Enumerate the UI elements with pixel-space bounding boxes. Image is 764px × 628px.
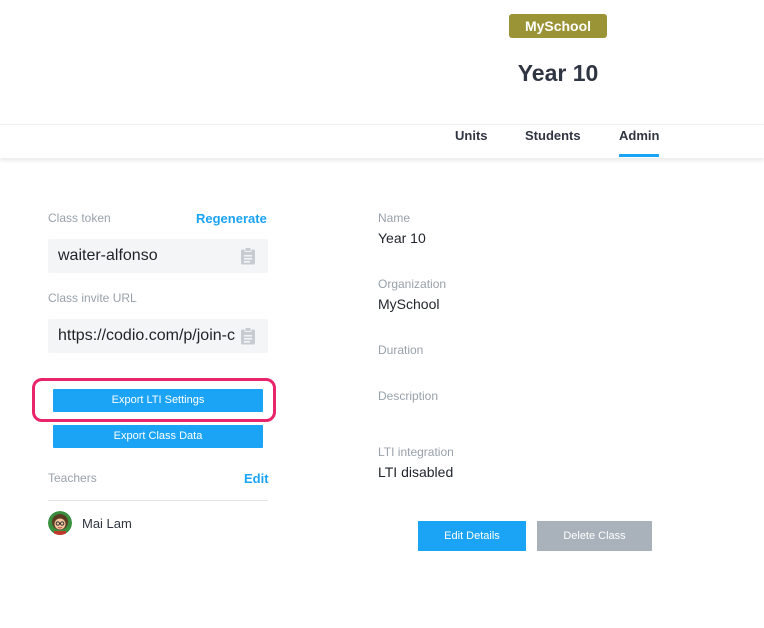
avatar bbox=[48, 511, 72, 535]
organization-value: MySchool bbox=[378, 296, 440, 312]
teachers-label: Teachers bbox=[48, 471, 97, 485]
teacher-name: Mai Lam bbox=[82, 516, 132, 531]
class-title: Year 10 bbox=[517, 60, 599, 86]
name-label: Name bbox=[378, 211, 411, 225]
name-value: Year 10 bbox=[378, 230, 426, 246]
class-invite-value: https://codio.com/p/join-class?token=wai… bbox=[58, 327, 236, 344]
tab-bar: Units Students Admin bbox=[0, 124, 764, 158]
tab-units[interactable]: Units bbox=[455, 128, 488, 157]
teachers-divider bbox=[48, 500, 268, 501]
teachers-edit-link[interactable]: Edit bbox=[244, 471, 269, 486]
class-token-label: Class token bbox=[48, 211, 111, 225]
class-invite-label: Class invite URL bbox=[48, 291, 137, 305]
regenerate-link[interactable]: Regenerate bbox=[196, 211, 267, 226]
organization-badge: MySchool bbox=[509, 14, 607, 38]
organization-label: Organization bbox=[378, 277, 447, 291]
tab-students[interactable]: Students bbox=[525, 128, 581, 157]
clipboard-icon[interactable] bbox=[240, 247, 256, 265]
edit-details-button[interactable]: Edit Details bbox=[418, 521, 526, 551]
delete-class-button[interactable]: Delete Class bbox=[537, 521, 652, 551]
description-label: Description bbox=[378, 389, 439, 403]
export-class-data-button[interactable]: Export Class Data bbox=[53, 425, 263, 448]
duration-label: Duration bbox=[378, 343, 424, 357]
lti-integration-value: LTI disabled bbox=[378, 464, 454, 480]
class-invite-field[interactable]: https://codio.com/p/join-class?token=wai… bbox=[48, 319, 268, 353]
class-token-field[interactable]: waiter-alfonso bbox=[48, 239, 268, 273]
teacher-avatar-icon bbox=[48, 511, 72, 535]
tab-admin[interactable]: Admin bbox=[619, 128, 660, 157]
class-token-value: waiter-alfonso bbox=[58, 247, 158, 264]
lti-integration-label: LTI integration bbox=[378, 445, 454, 459]
clipboard-icon[interactable] bbox=[240, 327, 256, 345]
export-lti-settings-button[interactable]: Export LTI Settings bbox=[53, 389, 263, 412]
